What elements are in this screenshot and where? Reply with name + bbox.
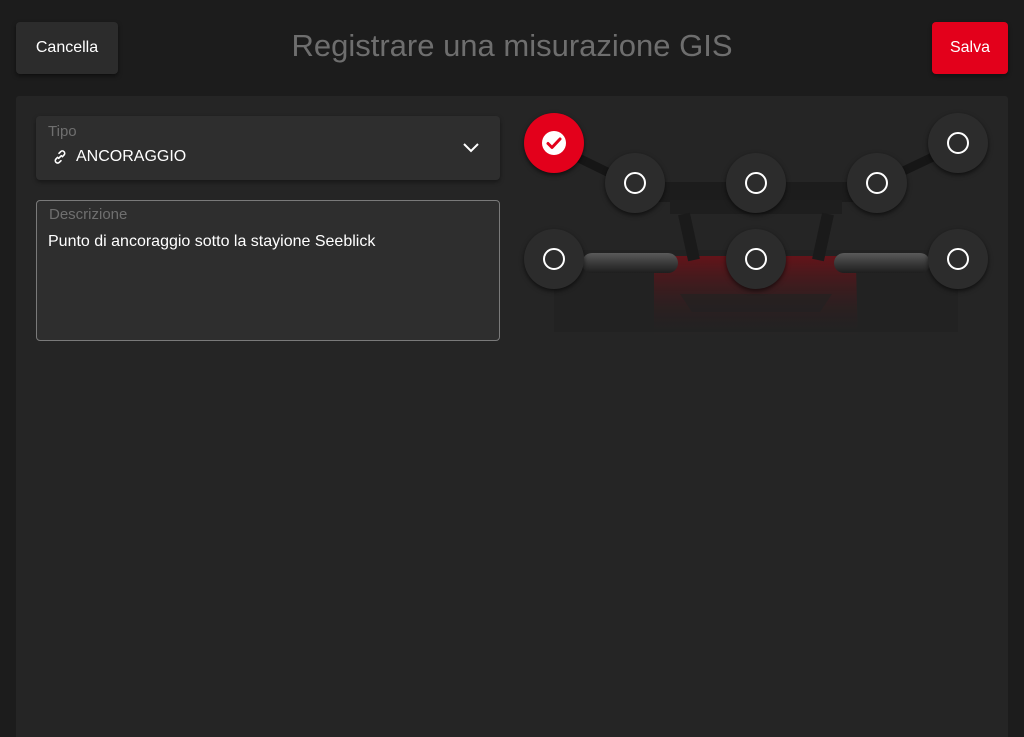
anchor-point-3[interactable]	[726, 153, 786, 213]
type-label: Tipo	[48, 123, 77, 140]
anchor-point-7[interactable]	[726, 229, 786, 289]
radio-circle-icon	[543, 248, 565, 270]
radio-circle-icon	[624, 172, 646, 194]
page-title: Registrare una misurazione GIS	[291, 28, 733, 63]
radio-circle-icon	[866, 172, 888, 194]
radio-circle-icon	[947, 132, 969, 154]
type-value: ANCORAGGIO	[76, 148, 187, 165]
link-icon	[54, 150, 66, 164]
radio-circle-icon	[745, 172, 767, 194]
anchor-point-6[interactable]	[524, 229, 584, 289]
anchor-point-5[interactable]	[928, 113, 988, 173]
type-value-row: ANCORAGGIO	[52, 148, 186, 166]
radio-circle-icon	[745, 248, 767, 270]
anchor-point-1[interactable]	[524, 113, 584, 173]
description-label: Descrizione	[49, 206, 128, 223]
description-field[interactable]: Descrizione Punto di ancoraggio sotto la…	[36, 200, 500, 341]
top-bar: Cancella Registrare una misurazione GIS …	[0, 0, 1024, 96]
cancel-button[interactable]: Cancella	[16, 22, 118, 74]
anchor-point-8[interactable]	[928, 229, 988, 289]
save-button[interactable]: Salva	[932, 22, 1008, 74]
radio-circle-icon	[947, 248, 969, 270]
anchor-point-2[interactable]	[605, 153, 665, 213]
anchor-point-diagram	[524, 110, 1000, 350]
chevron-down-icon[interactable]	[462, 140, 480, 154]
anchor-point-4[interactable]	[847, 153, 907, 213]
type-select[interactable]: Tipo ANCORAGGIO	[36, 116, 500, 180]
check-circle-icon	[542, 131, 566, 155]
form-panel: Tipo ANCORAGGIO Descrizione Punto di anc…	[16, 96, 1008, 737]
description-value[interactable]: Punto di ancoraggio sotto la stayione Se…	[48, 233, 375, 251]
